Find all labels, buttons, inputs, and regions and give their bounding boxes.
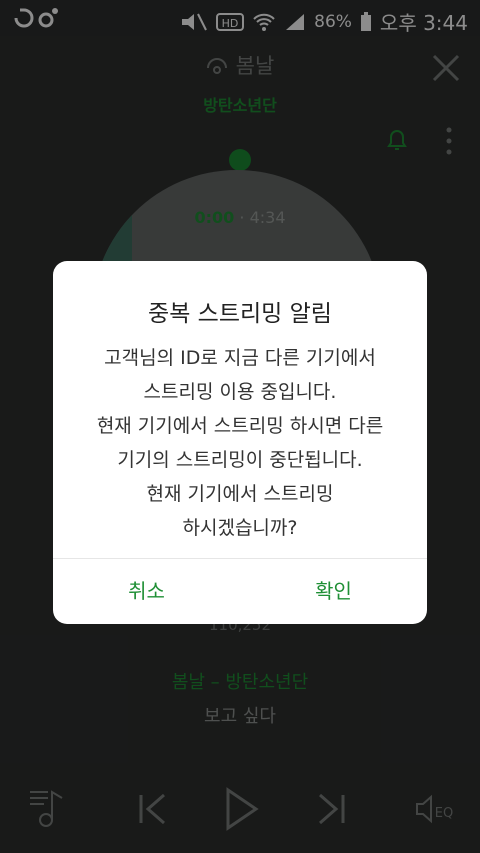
duplicate-streaming-dialog: 중복 스트리밍 알림 고객님의 ID로 지금 다른 기기에서 스트리밍 이용 중… bbox=[53, 261, 427, 624]
dialog-message-line: 기기의 스트리밍이 중단됩니다. bbox=[117, 449, 363, 471]
dialog-message-line: 현재 기기에서 스트리밍 하시면 다른 bbox=[96, 415, 384, 437]
dialog-message-line: 스트리밍 이용 중입니다. bbox=[143, 381, 337, 403]
cancel-button[interactable]: 취소 bbox=[53, 559, 240, 624]
dialog-message: 고객님의 ID로 지금 다른 기기에서 스트리밍 이용 중입니다. 현재 기기에… bbox=[53, 341, 427, 545]
dialog-title: 중복 스트리밍 알림 bbox=[148, 301, 332, 327]
dialog-message-line: 현재 기기에서 스트리밍 bbox=[146, 483, 334, 505]
dialog-message-line: 하시겠습니까? bbox=[182, 517, 298, 539]
confirm-button[interactable]: 확인 bbox=[240, 559, 427, 624]
dialog-message-line: 고객님의 ID로 지금 다른 기기에서 bbox=[104, 347, 376, 369]
